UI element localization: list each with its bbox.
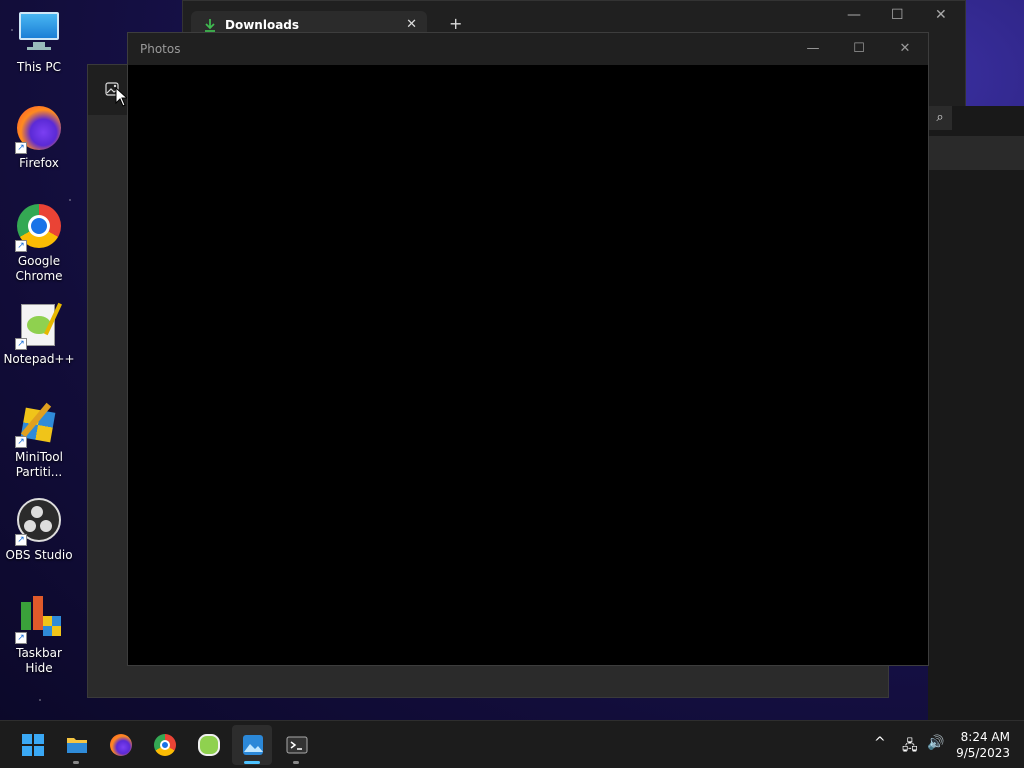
active-indicator bbox=[244, 761, 260, 764]
taskbar-terminal[interactable] bbox=[276, 725, 316, 765]
show-hidden-icons-chevron-icon[interactable]: ^ bbox=[874, 735, 886, 751]
network-icon[interactable]: 🖧 bbox=[902, 735, 918, 759]
tab-title: Downloads bbox=[225, 18, 300, 32]
firefox-icon bbox=[110, 734, 132, 756]
photos-window[interactable]: Photos — ☐ ✕ bbox=[127, 32, 929, 666]
desktop-icon-minitool[interactable]: ↗ MiniTool Partiti... bbox=[2, 400, 76, 480]
desktop-icon-label: Taskbar Hide bbox=[16, 646, 62, 675]
desktop-icon-label: This PC bbox=[17, 60, 61, 74]
desktop-icon-chrome[interactable]: ↗ Google Chrome bbox=[2, 204, 76, 284]
running-indicator bbox=[73, 761, 79, 764]
download-icon bbox=[205, 19, 215, 32]
desktop-icon-taskbar-hide[interactable]: ↗ Taskbar Hide bbox=[2, 596, 76, 676]
folder-icon bbox=[67, 738, 87, 753]
taskbar-hide-icon: ↗ bbox=[15, 596, 63, 644]
start-button[interactable] bbox=[12, 725, 52, 765]
system-clock[interactable]: 8:24 AM 9/5/2023 bbox=[956, 729, 1010, 761]
desktop-icon-label: Google Chrome bbox=[15, 254, 63, 283]
window-title: Photos bbox=[140, 42, 181, 56]
desktop-icon-label: Firefox bbox=[19, 156, 59, 170]
windows-logo-icon bbox=[22, 734, 44, 756]
desktop-icon-label: Notepad++ bbox=[3, 352, 75, 366]
search-icon[interactable]: ⌕ bbox=[928, 106, 952, 130]
taskbar-chrome[interactable] bbox=[144, 725, 184, 765]
title-bar[interactable]: Photos — ☐ ✕ bbox=[128, 33, 928, 65]
chrome-icon: ↗ bbox=[15, 204, 63, 252]
minimize-button[interactable]: — bbox=[798, 39, 828, 59]
notepad-plus-plus-icon: ↗ bbox=[15, 302, 63, 350]
desktop-icon-firefox[interactable]: ↗ Firefox bbox=[2, 106, 76, 171]
taskbar-firefox[interactable] bbox=[100, 725, 140, 765]
new-tab-button[interactable]: + bbox=[449, 14, 462, 33]
desktop-icon-obs-studio[interactable]: ↗ OBS Studio bbox=[2, 498, 76, 563]
terminal-icon bbox=[286, 736, 308, 754]
maximize-button[interactable]: ☐ bbox=[891, 7, 904, 23]
minimize-button[interactable]: — bbox=[847, 7, 861, 23]
running-indicator bbox=[293, 761, 299, 764]
taskbar-notepad-plus-plus[interactable] bbox=[188, 725, 228, 765]
taskbar: ^ 🖧 🔊 8:24 AM 9/5/2023 bbox=[0, 720, 1024, 768]
notepad-plus-plus-icon bbox=[198, 734, 220, 756]
clock-time: 8:24 AM bbox=[960, 730, 1010, 744]
mouse-cursor-icon bbox=[115, 87, 127, 107]
background-app-panel bbox=[928, 106, 1024, 720]
chrome-icon bbox=[154, 734, 176, 756]
close-button[interactable]: ✕ bbox=[890, 39, 920, 59]
minitool-partition-icon: ↗ bbox=[15, 400, 63, 448]
taskbar-photos[interactable] bbox=[232, 725, 272, 765]
taskbar-file-explorer[interactable] bbox=[56, 725, 96, 765]
photos-icon bbox=[243, 735, 263, 755]
firefox-icon: ↗ bbox=[15, 106, 63, 154]
volume-icon[interactable]: 🔊 bbox=[927, 735, 944, 751]
desktop-icon-label: OBS Studio bbox=[5, 548, 73, 562]
obs-studio-icon: ↗ bbox=[15, 498, 63, 546]
desktop-icon-this-pc[interactable]: This PC bbox=[2, 10, 76, 75]
image-viewer-canvas[interactable] bbox=[128, 65, 928, 665]
desktop-icon-label: MiniTool Partiti... bbox=[15, 450, 63, 479]
maximize-button[interactable]: ☐ bbox=[844, 39, 874, 59]
desktop-icon-notepad-plus-plus[interactable]: ↗ Notepad++ bbox=[2, 302, 76, 367]
tab-close-icon[interactable]: ✕ bbox=[406, 17, 417, 32]
close-button[interactable]: ✕ bbox=[935, 7, 947, 23]
clock-date: 9/5/2023 bbox=[956, 746, 1010, 760]
monitor-icon bbox=[15, 10, 63, 58]
